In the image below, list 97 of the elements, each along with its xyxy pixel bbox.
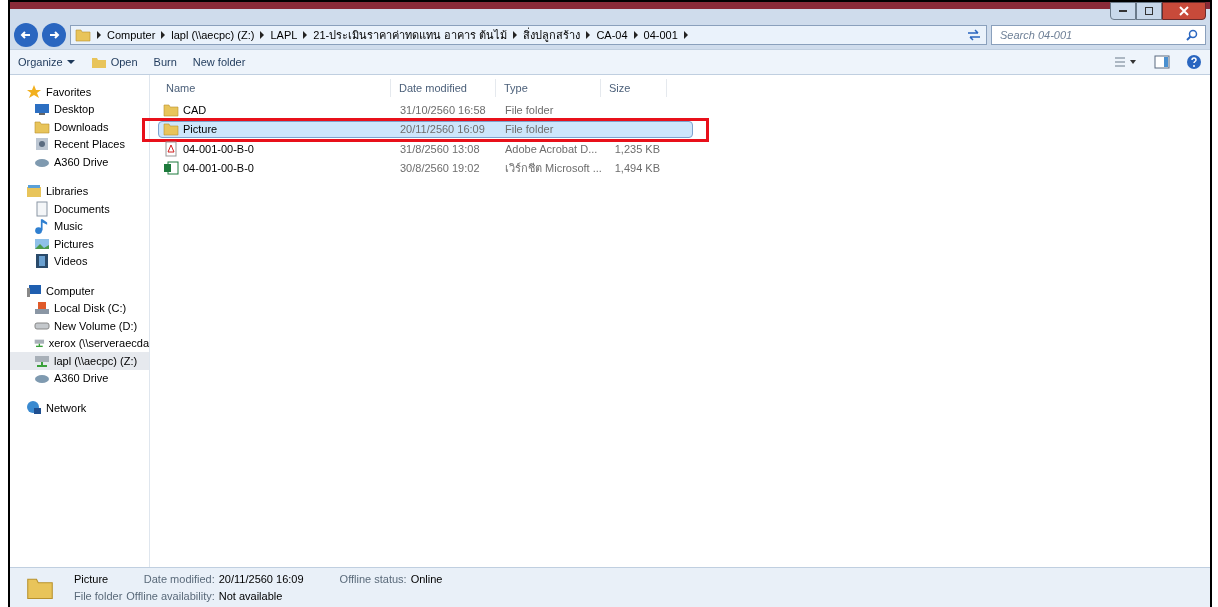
back-arrow-icon: [20, 29, 32, 41]
chevron-icon: [161, 31, 166, 39]
network-icon: [26, 399, 42, 416]
view-options-icon[interactable]: [1114, 56, 1138, 68]
column-header[interactable]: Size: [601, 79, 667, 97]
folder-icon: [75, 27, 91, 43]
chevron-icon: [260, 31, 265, 39]
monitor-icon: [34, 101, 50, 118]
refresh-icon[interactable]: [966, 29, 982, 41]
chevron-icon: [97, 31, 101, 39]
address-bar[interactable]: Computer lapl (\\aecpc) (Z:) LAPL 21-ประเมินราคาค่าทดแทน อาคาร ต้นไม้ สิ่งปลูกสร้าง CA-04 04-001: [70, 25, 987, 45]
sidebar-item[interactable]: lapl (\\aecpc) (Z:): [10, 352, 149, 370]
back-button[interactable]: [14, 23, 38, 47]
forward-arrow-icon: [48, 29, 60, 41]
disk-icon: [34, 300, 50, 317]
breadcrumb[interactable]: 04-001: [643, 26, 678, 44]
caret-icon: [66, 60, 75, 64]
file-name: 04-001-00-B-0: [159, 160, 392, 177]
file-name: CAD: [159, 101, 392, 118]
forward-button[interactable]: [42, 23, 66, 47]
spreadsheet-icon: [163, 160, 179, 177]
document-icon: [34, 200, 50, 217]
film-icon: [34, 253, 50, 270]
details-label: Date modified:: [142, 572, 215, 587]
details-type: File folder: [74, 588, 123, 604]
library-icon: [26, 183, 42, 200]
column-header[interactable]: Type: [496, 79, 601, 97]
star-icon: [26, 83, 42, 100]
date-cell-text: 31/10/2560 16:58: [399, 102, 487, 118]
date-cell-text: 20/11/2560 16:09: [399, 122, 486, 137]
toolbar-button[interactable]: Organize: [18, 53, 75, 71]
details-value: Online: [410, 572, 443, 587]
sidebar-item[interactable]: A360 Drive: [10, 153, 149, 171]
folder-icon: [163, 101, 179, 118]
folder-icon: [34, 118, 50, 135]
type-cell-text: File folder: [504, 122, 555, 137]
details-label: Offline availability:: [126, 588, 215, 604]
breadcrumb[interactable]: Computer: [107, 26, 156, 44]
details-label: Offline status:: [338, 572, 407, 587]
breadcrumb[interactable]: 21-ประเมินราคาค่าทดแทน อาคาร ต้นไม้: [313, 26, 508, 44]
breadcrumb[interactable]: LAPL: [270, 26, 298, 44]
help-icon[interactable]: [1186, 54, 1202, 70]
details-name: Picture: [74, 572, 110, 587]
breadcrumb[interactable]: CA-04: [596, 26, 628, 44]
date-cell-text: 30/8/2560 19:02: [399, 161, 481, 176]
sidebar-item[interactable]: Downloads: [10, 118, 149, 136]
breadcrumb[interactable]: lapl (\\aecpc) (Z:): [171, 26, 255, 44]
sidebar-item[interactable]: Videos: [10, 252, 149, 270]
sidebar-item[interactable]: Pictures: [10, 235, 149, 253]
search-icon: [1186, 29, 1198, 41]
chevron-icon[interactable]: [683, 31, 688, 39]
details-value: Not available: [218, 588, 284, 604]
details-value: 20/11/2560 16:09: [218, 572, 304, 587]
sidebar-group[interactable]: Network: [10, 399, 149, 417]
search-field[interactable]: Search 04-001: [991, 25, 1206, 45]
type-cell-text: File folder: [504, 102, 555, 118]
drive-icon: [34, 321, 50, 330]
sidebar-item[interactable]: Documents: [10, 200, 149, 218]
sidebar-group[interactable]: Computer: [10, 282, 149, 300]
file-row[interactable]: CAD 31/10/2560 16:58 File folder: [158, 101, 693, 119]
sidebar-item[interactable]: New Volume (D:): [10, 317, 149, 335]
type-cell-text: เวิร์กชีต Microsoft ...: [504, 161, 602, 176]
music-note-icon: [34, 218, 50, 235]
chevron-icon: [513, 31, 518, 39]
sidebar-group[interactable]: Favorites: [10, 83, 149, 101]
date-cell-text: 31/8/2560 13:08: [399, 141, 481, 157]
sidebar-item[interactable]: Desktop: [10, 100, 149, 118]
close-icon: [1178, 5, 1190, 17]
recent-places-icon: [34, 136, 50, 153]
sidebar-group[interactable]: Libraries: [10, 182, 149, 200]
sidebar-item[interactable]: xerox (\\serveraecda: [10, 334, 149, 352]
computer-icon: [26, 282, 42, 299]
breadcrumb[interactable]: สิ่งปลูกสร้าง: [523, 26, 581, 44]
chevron-icon: [586, 31, 591, 39]
column-header[interactable]: Date modified: [391, 79, 496, 97]
preview-pane-icon[interactable]: [1154, 54, 1170, 70]
file-row[interactable]: 04-001-00-B-0 30/8/2560 19:02 เวิร์กชีต Microsoft ... 1,494 KB: [158, 159, 693, 177]
sidebar-item[interactable]: A360 Drive: [10, 369, 149, 387]
toolbar-button[interactable]: Open: [90, 53, 138, 71]
maximize-button[interactable]: [1136, 2, 1162, 20]
sidebar-item[interactable]: Music: [10, 217, 149, 235]
file-row[interactable]: 04-001-00-B-0 31/8/2560 13:08 Adobe Acrobat D... 1,235 KB: [158, 140, 693, 158]
size-cell-text: 1,235 KB: [613, 141, 661, 157]
sidebar-item[interactable]: Local Disk (C:): [10, 299, 149, 317]
size-cell-text: 1,494 KB: [613, 161, 661, 176]
file-name: 04-001-00-B-0: [159, 140, 392, 157]
chevron-icon: [633, 31, 638, 39]
toolbar-button[interactable]: Burn: [153, 53, 177, 71]
folder-icon: [163, 121, 179, 138]
type-cell-text: Adobe Acrobat D...: [504, 141, 599, 157]
column-header[interactable]: Name: [158, 79, 391, 97]
minimize-button[interactable]: [1110, 2, 1136, 20]
sidebar-item[interactable]: Recent Places: [10, 135, 149, 153]
pdf-icon: [163, 140, 179, 157]
close-button[interactable]: [1162, 2, 1206, 20]
chevron-icon: [303, 31, 308, 39]
toolbar-button[interactable]: New folder: [192, 53, 246, 71]
